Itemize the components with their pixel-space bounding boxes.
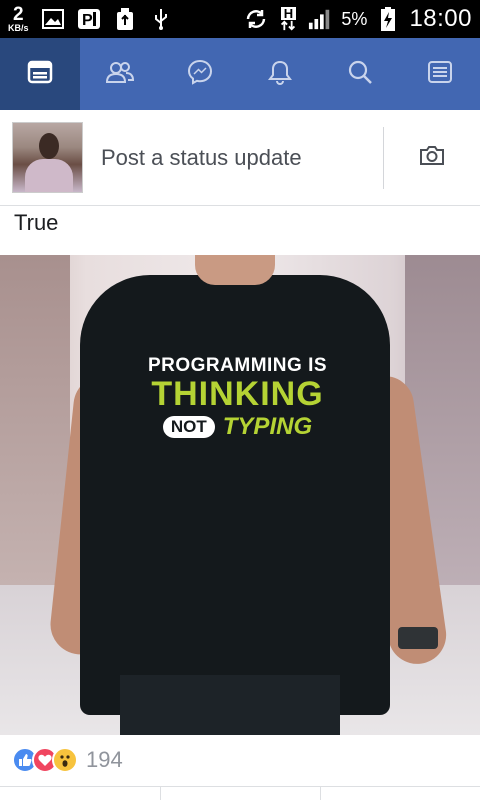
avatar[interactable]	[12, 122, 83, 193]
action-bar-separator	[160, 787, 161, 800]
shirt-print-line1: PROGRAMMING IS	[147, 355, 328, 376]
network-type: H	[280, 7, 297, 20]
tab-friends[interactable]	[80, 38, 160, 110]
camera-button[interactable]	[384, 110, 480, 206]
shirt-print-not: NOT	[162, 416, 215, 438]
friends-icon	[105, 60, 135, 89]
tab-news-feed[interactable]	[0, 38, 80, 110]
usb-icon	[149, 7, 173, 31]
parking-app-icon: P	[77, 7, 101, 31]
data-arrows-icon: H	[277, 7, 299, 31]
action-bar-separator	[320, 787, 321, 800]
sync-icon	[244, 7, 268, 31]
action-bar-divider	[0, 786, 480, 787]
notifications-icon	[268, 59, 292, 90]
top-nav-bar	[0, 38, 480, 110]
battery-percent: 5%	[341, 8, 368, 29]
shirt-print: PROGRAMMING IS THINKING NOT TYPING	[145, 355, 330, 441]
post-photo[interactable]: PROGRAMMING IS THINKING NOT TYPING	[0, 255, 480, 735]
status-bar: 2 KB/s P H 5% 18:00	[0, 0, 480, 38]
tab-menu[interactable]	[400, 38, 480, 110]
tab-notifications[interactable]	[240, 38, 320, 110]
usb-storage-icon	[113, 7, 137, 31]
messenger-icon	[187, 59, 213, 90]
search-icon	[347, 59, 373, 90]
shirt-print-typing: TYPING	[222, 413, 313, 440]
status-composer: Post a status update	[0, 110, 480, 206]
post-text: True	[14, 210, 59, 235]
network-speed-unit: KB/s	[8, 23, 29, 33]
menu-icon	[427, 60, 453, 89]
camera-icon	[419, 144, 445, 171]
reactions-summary[interactable]: 194	[12, 747, 123, 773]
battery-charging-icon	[376, 7, 400, 31]
network-speed-value: 2	[12, 4, 24, 25]
news-feed-icon	[27, 60, 53, 89]
reaction-count: 194	[86, 747, 123, 772]
tab-search[interactable]	[320, 38, 400, 110]
wow-reaction-icon	[52, 747, 78, 773]
shirt-print-line2: THINKING	[151, 375, 324, 413]
image-icon	[41, 7, 65, 31]
watch	[398, 627, 438, 649]
signal-icon	[308, 7, 332, 31]
svg-text:P: P	[82, 12, 93, 29]
clock: 18:00	[409, 5, 472, 32]
status-input[interactable]: Post a status update	[101, 145, 383, 171]
network-speed: 2 KB/s	[8, 5, 29, 33]
tab-messenger[interactable]	[160, 38, 240, 110]
